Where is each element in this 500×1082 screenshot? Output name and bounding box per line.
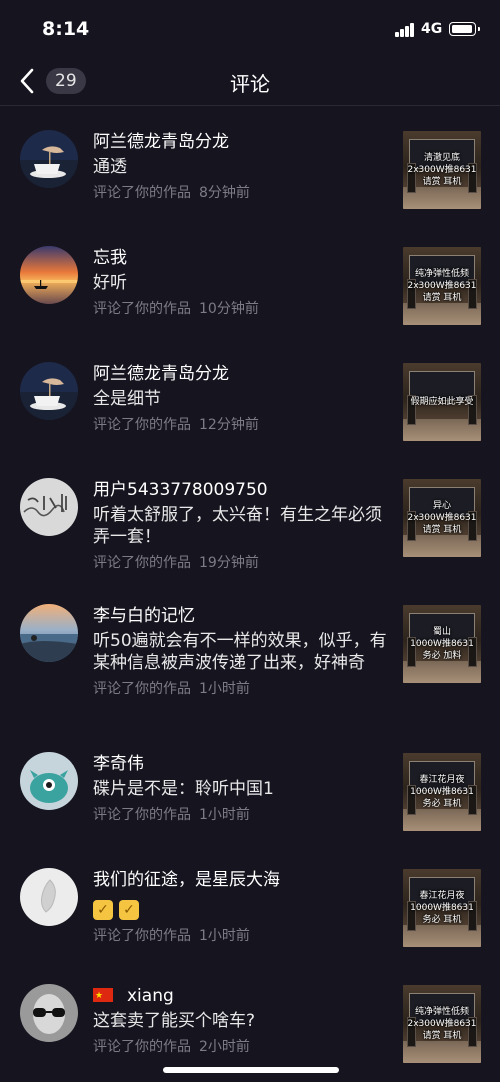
network-label: 4G <box>421 21 443 37</box>
chevron-left-icon <box>20 68 34 94</box>
work-thumbnail[interactable]: 假期应如此享受 <box>403 363 481 441</box>
comment-meta: 评论了你的作品 8分钟前 <box>93 184 393 202</box>
username[interactable]: 李奇伟 <box>93 753 393 775</box>
work-thumbnail[interactable]: 清澈见底 2x300W推8631 请赏 耳机 <box>403 131 481 209</box>
comment-item[interactable]: 阿兰德龙青岛分龙 全是细节 评论了你的作品 12分钟前 假期应如此享受 <box>0 357 500 461</box>
status-time: 8:14 <box>42 18 90 40</box>
coffee-hand-icon <box>20 362 78 420</box>
teal-monster-icon <box>20 752 78 810</box>
comment-item[interactable]: 忘我 好听 评论了你的作品 10分钟前 纯净弹性低频 2x300W推8631 请赏… <box>0 241 500 345</box>
thumbnail-caption: 春江花月夜 1000W推8631 务必 耳机 <box>410 891 474 925</box>
comment-item[interactable]: xiang 这套卖了能买个啥车? 评论了你的作品 2小时前 纯净弹性低频 2x30… <box>0 979 500 1079</box>
nav-bar: 29 评论 <box>0 58 500 106</box>
coffee-hand-icon <box>20 130 78 188</box>
comment-item[interactable]: 李奇伟 碟片是不是：聆听中国1 评论了你的作品 1小时前 春江花月夜 1000W推… <box>0 747 500 851</box>
comment-item[interactable]: 阿兰德龙青岛分龙 通透 评论了你的作品 8分钟前 清澈见底 2x300W推8631… <box>0 125 500 229</box>
username[interactable]: 我们的征途，是星辰大海 <box>93 869 393 891</box>
action-text: 评论了你的作品 <box>93 928 191 944</box>
comment-meta: 评论了你的作品 2小时前 <box>93 1038 393 1056</box>
sunset-boat-icon <box>20 246 78 304</box>
username[interactable]: 用户5433778009750 <box>93 479 393 501</box>
comment-meta: 评论了你的作品 1小时前 <box>93 806 393 824</box>
comment-meta: 评论了你的作品 12分钟前 <box>93 416 393 434</box>
action-text: 评论了你的作品 <box>93 301 191 317</box>
thumbnail-caption: 异心 2x300W推8631 请赏 耳机 <box>407 501 477 535</box>
username[interactable]: 阿兰德龙青岛分龙 <box>93 363 393 385</box>
lake-sunset-icon <box>20 604 78 662</box>
avatar[interactable] <box>20 868 78 926</box>
avatar[interactable] <box>20 362 78 420</box>
avatar[interactable] <box>20 604 78 662</box>
comment-text: 听50遍就会有不一样的效果，似乎，有某种信息被声波传递了出来，好神奇 <box>93 631 387 673</box>
home-indicator[interactable] <box>163 1067 339 1073</box>
thumbs-up-icon: ✓ <box>119 900 139 920</box>
work-thumbnail[interactable]: 春江花月夜 1000W推8631 务必 耳机 <box>403 753 481 831</box>
comment-text: 好听 <box>93 273 127 293</box>
thumbnail-caption: 假期应如此享受 <box>410 397 474 407</box>
action-text: 评论了你的作品 <box>93 555 191 571</box>
work-thumbnail[interactable]: 纯净弹性低频 2x300W推8631 请赏 耳机 <box>403 985 481 1063</box>
comment-text: 全是细节 <box>93 389 161 409</box>
timestamp: 12分钟前 <box>199 417 259 433</box>
avatar[interactable] <box>20 130 78 188</box>
thumbnail-caption: 蜀山 1000W推8631 务必 加料 <box>410 627 474 661</box>
action-text: 评论了你的作品 <box>93 185 191 201</box>
timestamp: 1小时前 <box>199 681 250 697</box>
avatar[interactable] <box>20 984 78 1042</box>
china-flag-icon <box>93 985 113 1007</box>
status-bar: 8:14 4G <box>0 0 500 58</box>
work-thumbnail[interactable]: 纯净弹性低频 2x300W推8631 请赏 耳机 <box>403 247 481 325</box>
thumbnail-caption: 纯净弹性低频 2x300W推8631 请赏 耳机 <box>407 1007 477 1041</box>
timestamp: 10分钟前 <box>199 301 259 317</box>
battery-icon <box>449 22 480 36</box>
comment-text: 碟片是不是：聆听中国1 <box>93 779 274 799</box>
work-thumbnail[interactable]: 异心 2x300W推8631 请赏 耳机 <box>403 479 481 557</box>
comment-meta: 评论了你的作品 10分钟前 <box>93 300 393 318</box>
comment-meta: 评论了你的作品 1小时前 <box>93 927 393 945</box>
back-button[interactable] <box>14 64 44 98</box>
comment-item[interactable]: 我们的征途，是星辰大海 ✓ ✓ 评论了你的作品 1小时前 春江花月夜 1000W推8… <box>0 863 500 973</box>
action-text: 评论了你的作品 <box>93 807 191 823</box>
thumbnail-caption: 春江花月夜 1000W推8631 务必 耳机 <box>410 775 474 809</box>
action-text: 评论了你的作品 <box>93 417 191 433</box>
handwriting-icon <box>20 478 78 536</box>
timestamp: 2小时前 <box>199 1039 250 1055</box>
white-sculpture-icon <box>20 868 78 926</box>
work-thumbnail[interactable]: 蜀山 1000W推8631 务必 加料 <box>403 605 481 683</box>
timestamp: 1小时前 <box>199 807 250 823</box>
username[interactable]: xiang <box>93 985 393 1007</box>
avatar[interactable] <box>20 752 78 810</box>
avatar[interactable] <box>20 478 78 536</box>
comment-text: 听着太舒服了，太兴奋！有生之年必须弄一套！ <box>93 505 382 547</box>
comment-meta: 评论了你的作品 1小时前 <box>93 680 393 698</box>
comment-text: 通透 <box>93 157 127 177</box>
thumbs-up-icon: ✓ <box>93 900 113 920</box>
avatar[interactable] <box>20 246 78 304</box>
comment-item[interactable]: 李与白的记忆 听50遍就会有不一样的效果，似乎，有某种信息被声波传递了出来，好神… <box>0 599 500 735</box>
comment-text: ✓ ✓ <box>93 899 393 921</box>
signal-icon <box>395 23 415 37</box>
comment-text: 这套卖了能买个啥车? <box>93 1011 256 1031</box>
comment-item[interactable]: 用户5433778009750 听着太舒服了，太兴奋！有生之年必须弄一套！ 评论… <box>0 473 500 599</box>
sunglasses-man-icon <box>20 984 78 1042</box>
username[interactable]: 李与白的记忆 <box>93 605 393 627</box>
timestamp: 8分钟前 <box>199 185 250 201</box>
timestamp: 19分钟前 <box>199 555 259 571</box>
unread-count-badge[interactable]: 29 <box>46 68 86 94</box>
thumbnail-caption: 纯净弹性低频 2x300W推8631 请赏 耳机 <box>407 269 477 303</box>
action-text: 评论了你的作品 <box>93 681 191 697</box>
action-text: 评论了你的作品 <box>93 1039 191 1055</box>
username[interactable]: 忘我 <box>93 247 393 269</box>
thumbnail-caption: 清澈见底 2x300W推8631 请赏 耳机 <box>407 153 477 187</box>
work-thumbnail[interactable]: 春江花月夜 1000W推8631 务必 耳机 <box>403 869 481 947</box>
timestamp: 1小时前 <box>199 928 250 944</box>
comment-meta: 评论了你的作品 19分钟前 <box>93 554 393 572</box>
username[interactable]: 阿兰德龙青岛分龙 <box>93 131 393 153</box>
